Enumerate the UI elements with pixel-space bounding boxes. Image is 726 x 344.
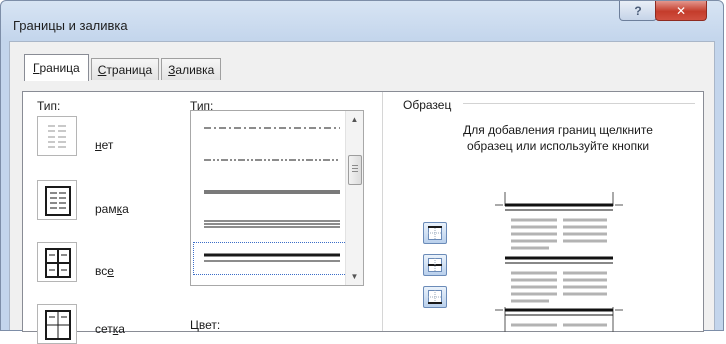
scroll-up-arrow-icon[interactable]: ▲ [346,111,363,128]
bottom-border-icon [428,290,442,304]
color-label: Цвет: [190,318,221,332]
bottom-border-button[interactable] [423,286,447,308]
dialog-title: Границы и заливка [13,18,128,33]
preview-label: Образец [403,98,452,112]
setting-none-accel: н [95,138,102,152]
close-button[interactable]: ✕ [655,1,707,21]
inside-horizontal-border-button[interactable] [423,254,447,276]
setting-label: Тип: [37,99,61,113]
setting-grid-thumbnail[interactable] [37,304,77,344]
tab-shading[interactable]: Заливка [161,58,222,80]
style-list-scrollbar[interactable]: ▲ ▼ [345,111,363,285]
setting-box-text-pre: рам [95,202,117,216]
border-preview-sample[interactable] [485,192,635,332]
top-border-button[interactable] [423,222,447,244]
setting-none-icon [48,125,66,148]
setting-grid-label[interactable]: сетка [95,322,125,336]
close-icon: ✕ [675,3,687,18]
preview-hint: Для добавления границ щелкните образец и… [463,123,653,153]
line-style-dash-dot-dot[interactable] [194,145,346,176]
setting-all-thumbnail[interactable] [37,242,77,282]
tab-page-label: траница [106,62,153,77]
setting-box-label[interactable]: рамка [95,202,129,216]
setting-all-label[interactable]: все [95,264,114,278]
tab-border-label: раница [39,61,80,75]
setting-none-text: ет [101,138,114,152]
setting-all-text-pre: вс [95,264,108,278]
setting-all-accel: е [107,264,114,278]
line-style-thick-thin[interactable] [193,242,347,275]
tab-shading-accel: З [168,62,176,77]
line-triple-swatch [204,220,340,228]
setting-none-label[interactable]: нет [95,138,113,152]
preview-group-line [463,103,695,104]
borders-and-shading-dialog: Границы и заливка ? ✕ Граница Страница З… [0,0,724,344]
tab-page-accel: С [97,62,107,77]
line-dash-dot-swatch [204,127,340,129]
line-style-listbox[interactable]: ▲ ▼ [190,110,364,286]
setting-box-text: а [122,202,129,216]
line-style-triple[interactable] [194,209,346,240]
border-tab-panel: Тип: нет рамка все сетка Тип: ▲ ▼ Цвет: … [22,91,704,344]
inside-horizontal-border-icon [428,258,442,272]
tab-border[interactable]: Граница [24,54,89,81]
tab-strip: Граница Страница Заливка [24,54,223,81]
tab-page[interactable]: Страница [90,58,160,80]
line-style-dash-dot[interactable] [194,113,346,144]
help-button[interactable]: ? [619,1,657,21]
setting-all-icon [45,248,71,278]
setting-box-icon [45,186,71,216]
top-border-icon [428,226,442,240]
setting-grid-text-pre: сет [95,322,113,336]
column-separator [382,92,383,331]
dialog-client-area: Граница Страница Заливка Тип: нет рамка … [9,41,715,344]
setting-grid-icon [45,310,71,340]
title-bar[interactable]: Границы и заливка ? ✕ [1,1,723,41]
line-thick-thin-swatch [204,253,340,262]
scroll-thumb[interactable] [348,155,362,185]
scroll-down-arrow-icon[interactable]: ▼ [346,268,363,285]
setting-none-thumbnail[interactable] [37,116,77,156]
line-thick-gray-swatch [204,190,340,194]
line-style-thick-gray[interactable] [194,177,346,208]
line-dash-dot-dot-swatch [204,159,340,161]
setting-box-thumbnail[interactable] [37,180,77,220]
help-icon: ? [634,3,642,18]
tab-shading-label: аливка [175,62,215,77]
setting-grid-text: а [118,322,125,336]
